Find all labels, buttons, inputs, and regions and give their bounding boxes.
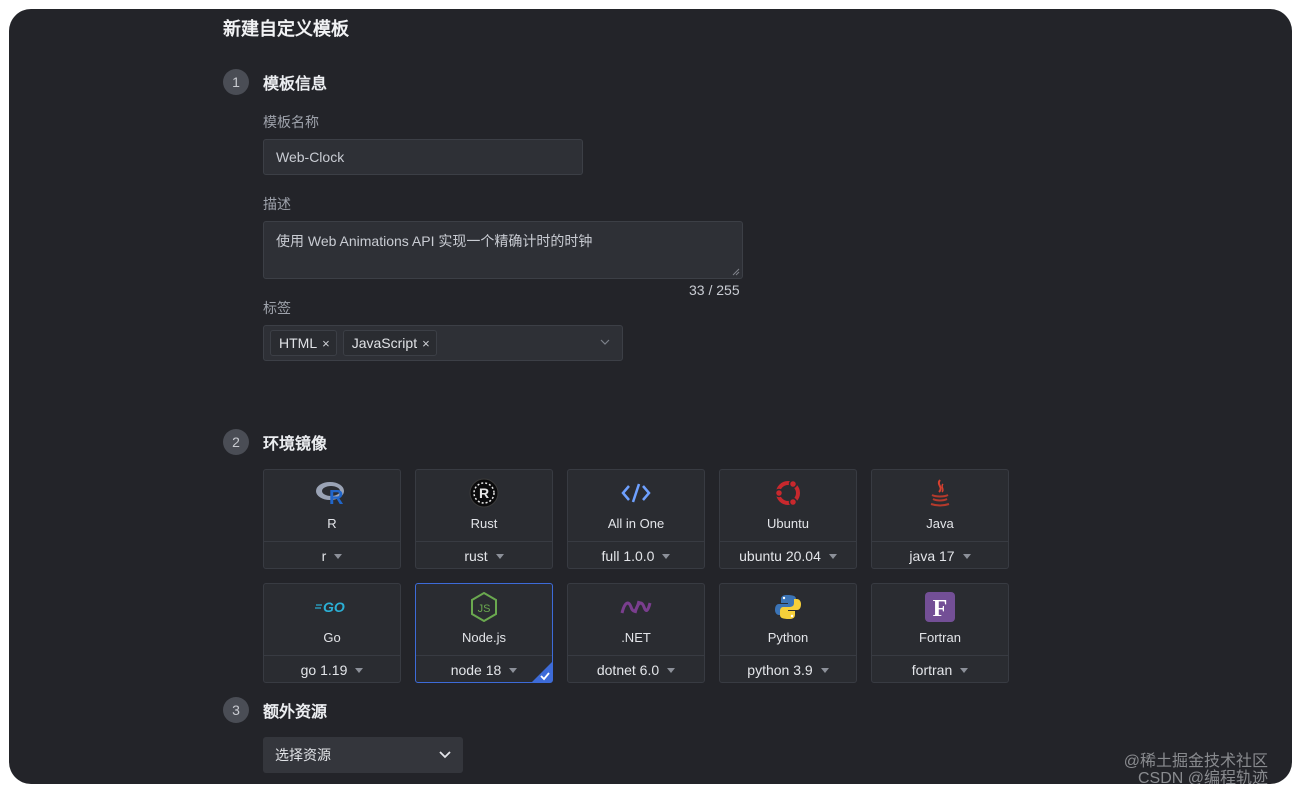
- r-logo-icon: R: [264, 478, 400, 508]
- image-version: fortran: [911, 662, 953, 678]
- image-name: Python: [767, 630, 809, 645]
- caret-down-icon: [960, 667, 969, 673]
- image-name: Rust: [470, 516, 498, 531]
- java-logo-icon: [872, 478, 1008, 508]
- tags-select[interactable]: HTML × JavaScript ×: [263, 325, 623, 361]
- page-title: 新建自定义模板: [223, 19, 349, 39]
- step-title: 额外资源: [263, 704, 328, 721]
- image-version: full 1.0.0: [601, 548, 655, 564]
- description-textarea[interactable]: 使用 Web Animations API 实现一个精确计时的时钟: [263, 221, 743, 279]
- nodejs-logo-icon: JS: [416, 592, 552, 622]
- image-name: All in One: [607, 516, 665, 531]
- image-version-select[interactable]: dotnet 6.0: [568, 655, 704, 684]
- step-extra-resources: 3 额外资源: [223, 697, 327, 723]
- description-char-counter: 33 / 255: [689, 282, 740, 298]
- select-resource-label: 选择资源: [275, 747, 331, 763]
- image-version: dotnet 6.0: [596, 662, 660, 678]
- create-template-panel: 新建自定义模板 1 模板信息 模板名称 Web-Clock 描述 使用 Web …: [9, 9, 1292, 784]
- chevron-down-icon: [439, 751, 451, 759]
- image-version-select[interactable]: full 1.0.0: [568, 541, 704, 570]
- remove-tag-icon[interactable]: ×: [422, 336, 430, 351]
- caret-down-icon: [820, 667, 829, 673]
- caret-down-icon: [495, 553, 504, 559]
- image-card-dotnet[interactable]: .NET dotnet 6.0: [567, 583, 705, 683]
- step-template-info: 1 模板信息: [223, 69, 327, 95]
- image-card-nodejs[interactable]: JS Node.js node 18: [415, 583, 553, 683]
- ubuntu-logo-icon: [720, 478, 856, 508]
- rust-logo-icon: R: [416, 478, 552, 508]
- image-version-select[interactable]: ubuntu 20.04: [720, 541, 856, 570]
- image-version: ubuntu 20.04: [739, 548, 821, 564]
- select-resource-dropdown[interactable]: 选择资源: [263, 737, 463, 773]
- caret-down-icon: [962, 553, 971, 559]
- caret-down-icon: [662, 553, 671, 559]
- svg-text:R: R: [479, 485, 489, 501]
- image-name: Ubuntu: [767, 516, 809, 531]
- image-version: node 18: [450, 662, 502, 678]
- step-number: 3: [223, 697, 249, 723]
- step-environment-image: 2 环境镜像: [223, 429, 327, 455]
- image-version: rust: [464, 548, 488, 564]
- caret-down-icon: [355, 667, 364, 673]
- description-text: 使用 Web Animations API 实现一个精确计时的时钟: [276, 233, 593, 249]
- image-card-go[interactable]: GO Go go 1.19: [263, 583, 401, 683]
- image-name: .NET: [621, 630, 651, 645]
- code-icon: [568, 478, 704, 508]
- image-version: go 1.19: [300, 662, 348, 678]
- image-name: Node.js: [461, 630, 507, 645]
- go-logo-icon: GO: [264, 592, 400, 622]
- tags-label: 标签: [263, 300, 291, 316]
- step-number: 2: [223, 429, 249, 455]
- image-version: python 3.9: [747, 662, 813, 678]
- dotnet-logo-icon: [568, 592, 704, 622]
- tag-chip: JavaScript ×: [342, 330, 437, 356]
- resize-handle-icon[interactable]: [732, 268, 740, 276]
- image-version-select[interactable]: fortran: [872, 655, 1008, 684]
- fortran-logo-icon: F: [872, 592, 1008, 622]
- step-title: 模板信息: [263, 76, 328, 93]
- image-name: Java: [926, 516, 954, 531]
- tag-label: JavaScript: [351, 335, 418, 351]
- remove-tag-icon[interactable]: ×: [322, 336, 330, 351]
- image-version-select[interactable]: python 3.9: [720, 655, 856, 684]
- svg-text:R: R: [329, 487, 344, 507]
- template-name-label: 模板名称: [263, 114, 319, 130]
- python-logo-icon: [720, 592, 856, 622]
- chevron-down-icon: [600, 339, 610, 345]
- description-label: 描述: [263, 196, 291, 212]
- image-name: Go: [323, 630, 341, 645]
- image-version-select[interactable]: r: [264, 541, 400, 570]
- caret-down-icon: [509, 667, 518, 673]
- go-logo-text: GO: [323, 599, 345, 615]
- caret-down-icon: [667, 667, 676, 673]
- tag-label: HTML: [279, 335, 318, 351]
- tag-chip: HTML ×: [270, 330, 337, 356]
- image-version-select[interactable]: go 1.19: [264, 655, 400, 684]
- template-name-input[interactable]: Web-Clock: [263, 139, 583, 175]
- image-version-select[interactable]: rust: [416, 541, 552, 570]
- image-version: r: [321, 548, 327, 564]
- step-number: 1: [223, 69, 249, 95]
- image-card-python[interactable]: Python python 3.9: [719, 583, 857, 683]
- fortran-logo-text: F: [933, 596, 948, 622]
- image-card-fortran[interactable]: F Fortran fortran: [871, 583, 1009, 683]
- image-card-all-in-one[interactable]: All in One full 1.0.0: [567, 469, 705, 569]
- image-card-ubuntu[interactable]: Ubuntu ubuntu 20.04: [719, 469, 857, 569]
- image-card-java[interactable]: Java java 17: [871, 469, 1009, 569]
- image-name: R: [327, 516, 337, 531]
- caret-down-icon: [334, 553, 343, 559]
- image-card-rust[interactable]: R Rust rust: [415, 469, 553, 569]
- svg-text:JS: JS: [478, 603, 491, 615]
- caret-down-icon: [828, 553, 837, 559]
- image-name: Fortran: [919, 630, 961, 645]
- image-card-r[interactable]: R R r: [263, 469, 401, 569]
- image-version: java 17: [909, 548, 955, 564]
- watermark-line: CSDN @编程轨迹: [1137, 770, 1268, 784]
- selected-check-icon: [532, 662, 552, 682]
- step-title: 环境镜像: [263, 436, 328, 453]
- image-version-select[interactable]: java 17: [872, 541, 1008, 570]
